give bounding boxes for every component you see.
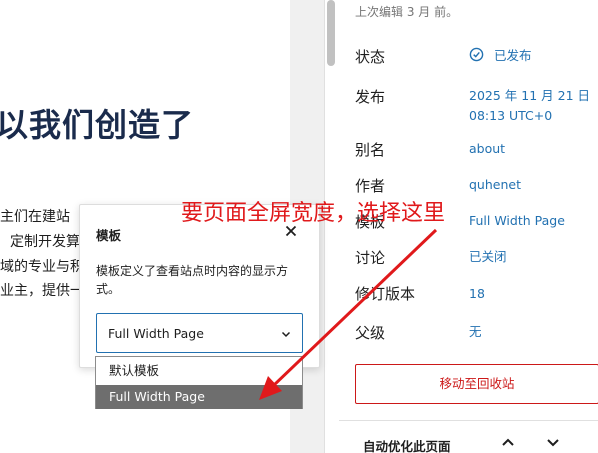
chevron-down-icon[interactable] (543, 432, 563, 452)
paragraph-line[interactable]: 业主，提供一 (0, 284, 84, 298)
author-value-button[interactable]: quhenet (469, 175, 521, 195)
discussion-value-button[interactable]: 已关闭 (469, 247, 507, 267)
move-to-trash-button[interactable]: 移动至回收站 (355, 364, 598, 404)
template-value-button[interactable]: Full Width Page (469, 211, 565, 231)
last-edited-text: 上次编辑 3 月 前。 (355, 5, 459, 19)
scrollbar-thumb[interactable] (327, 0, 335, 66)
popover-title: 模板 (96, 228, 122, 243)
chevron-up-icon[interactable] (498, 432, 518, 452)
page-heading[interactable]: 以我们创造了 (0, 100, 194, 146)
parent-value-button[interactable]: 无 (469, 322, 482, 342)
publish-date-button[interactable]: 2025 年 11 月 21 日 08:13 UTC+0 (469, 86, 590, 126)
publish-time: 08:13 UTC+0 (469, 108, 553, 123)
paragraph-line[interactable]: 主们在建站 (0, 210, 70, 224)
template-option-default[interactable]: 默认模板 (96, 359, 302, 383)
paragraph-line[interactable]: 定制开发算 (10, 235, 80, 249)
revisions-label: 修订版本 (355, 285, 416, 303)
slug-label: 别名 (355, 141, 386, 159)
slug-value-button[interactable]: about (469, 139, 505, 159)
annotation-text: 要页面全屏宽度，选择这里 (181, 201, 446, 226)
template-popover: 模板 模板定义了查看站点时内容的显示方式。 Full Width Page (79, 204, 320, 368)
revisions-value-button[interactable]: 18 (469, 284, 485, 304)
author-label: 作者 (355, 177, 386, 195)
status-label: 状态 (355, 48, 386, 66)
template-dropdown-list: 默认模板 Full Width Page (95, 356, 303, 409)
parent-label: 父级 (355, 324, 386, 342)
seo-panel-title[interactable]: 自动优化此页面 (363, 436, 451, 453)
status-value-button[interactable]: 已发布 (494, 46, 532, 66)
chevron-down-icon (281, 331, 291, 338)
check-circle-icon (469, 47, 484, 62)
paragraph-line[interactable]: 域的专业与积 (0, 260, 84, 274)
panel-divider (339, 420, 598, 421)
popover-description: 模板定义了查看站点时内容的显示方式。 (96, 264, 289, 296)
template-select[interactable]: Full Width Page (96, 313, 303, 353)
template-option-full-width[interactable]: Full Width Page (96, 385, 302, 409)
discussion-label: 讨论 (355, 249, 386, 267)
publish-label: 发布 (355, 88, 386, 106)
publish-date: 2025 年 11 月 21 日 (469, 88, 590, 103)
template-select-value: Full Width Page (108, 326, 204, 341)
